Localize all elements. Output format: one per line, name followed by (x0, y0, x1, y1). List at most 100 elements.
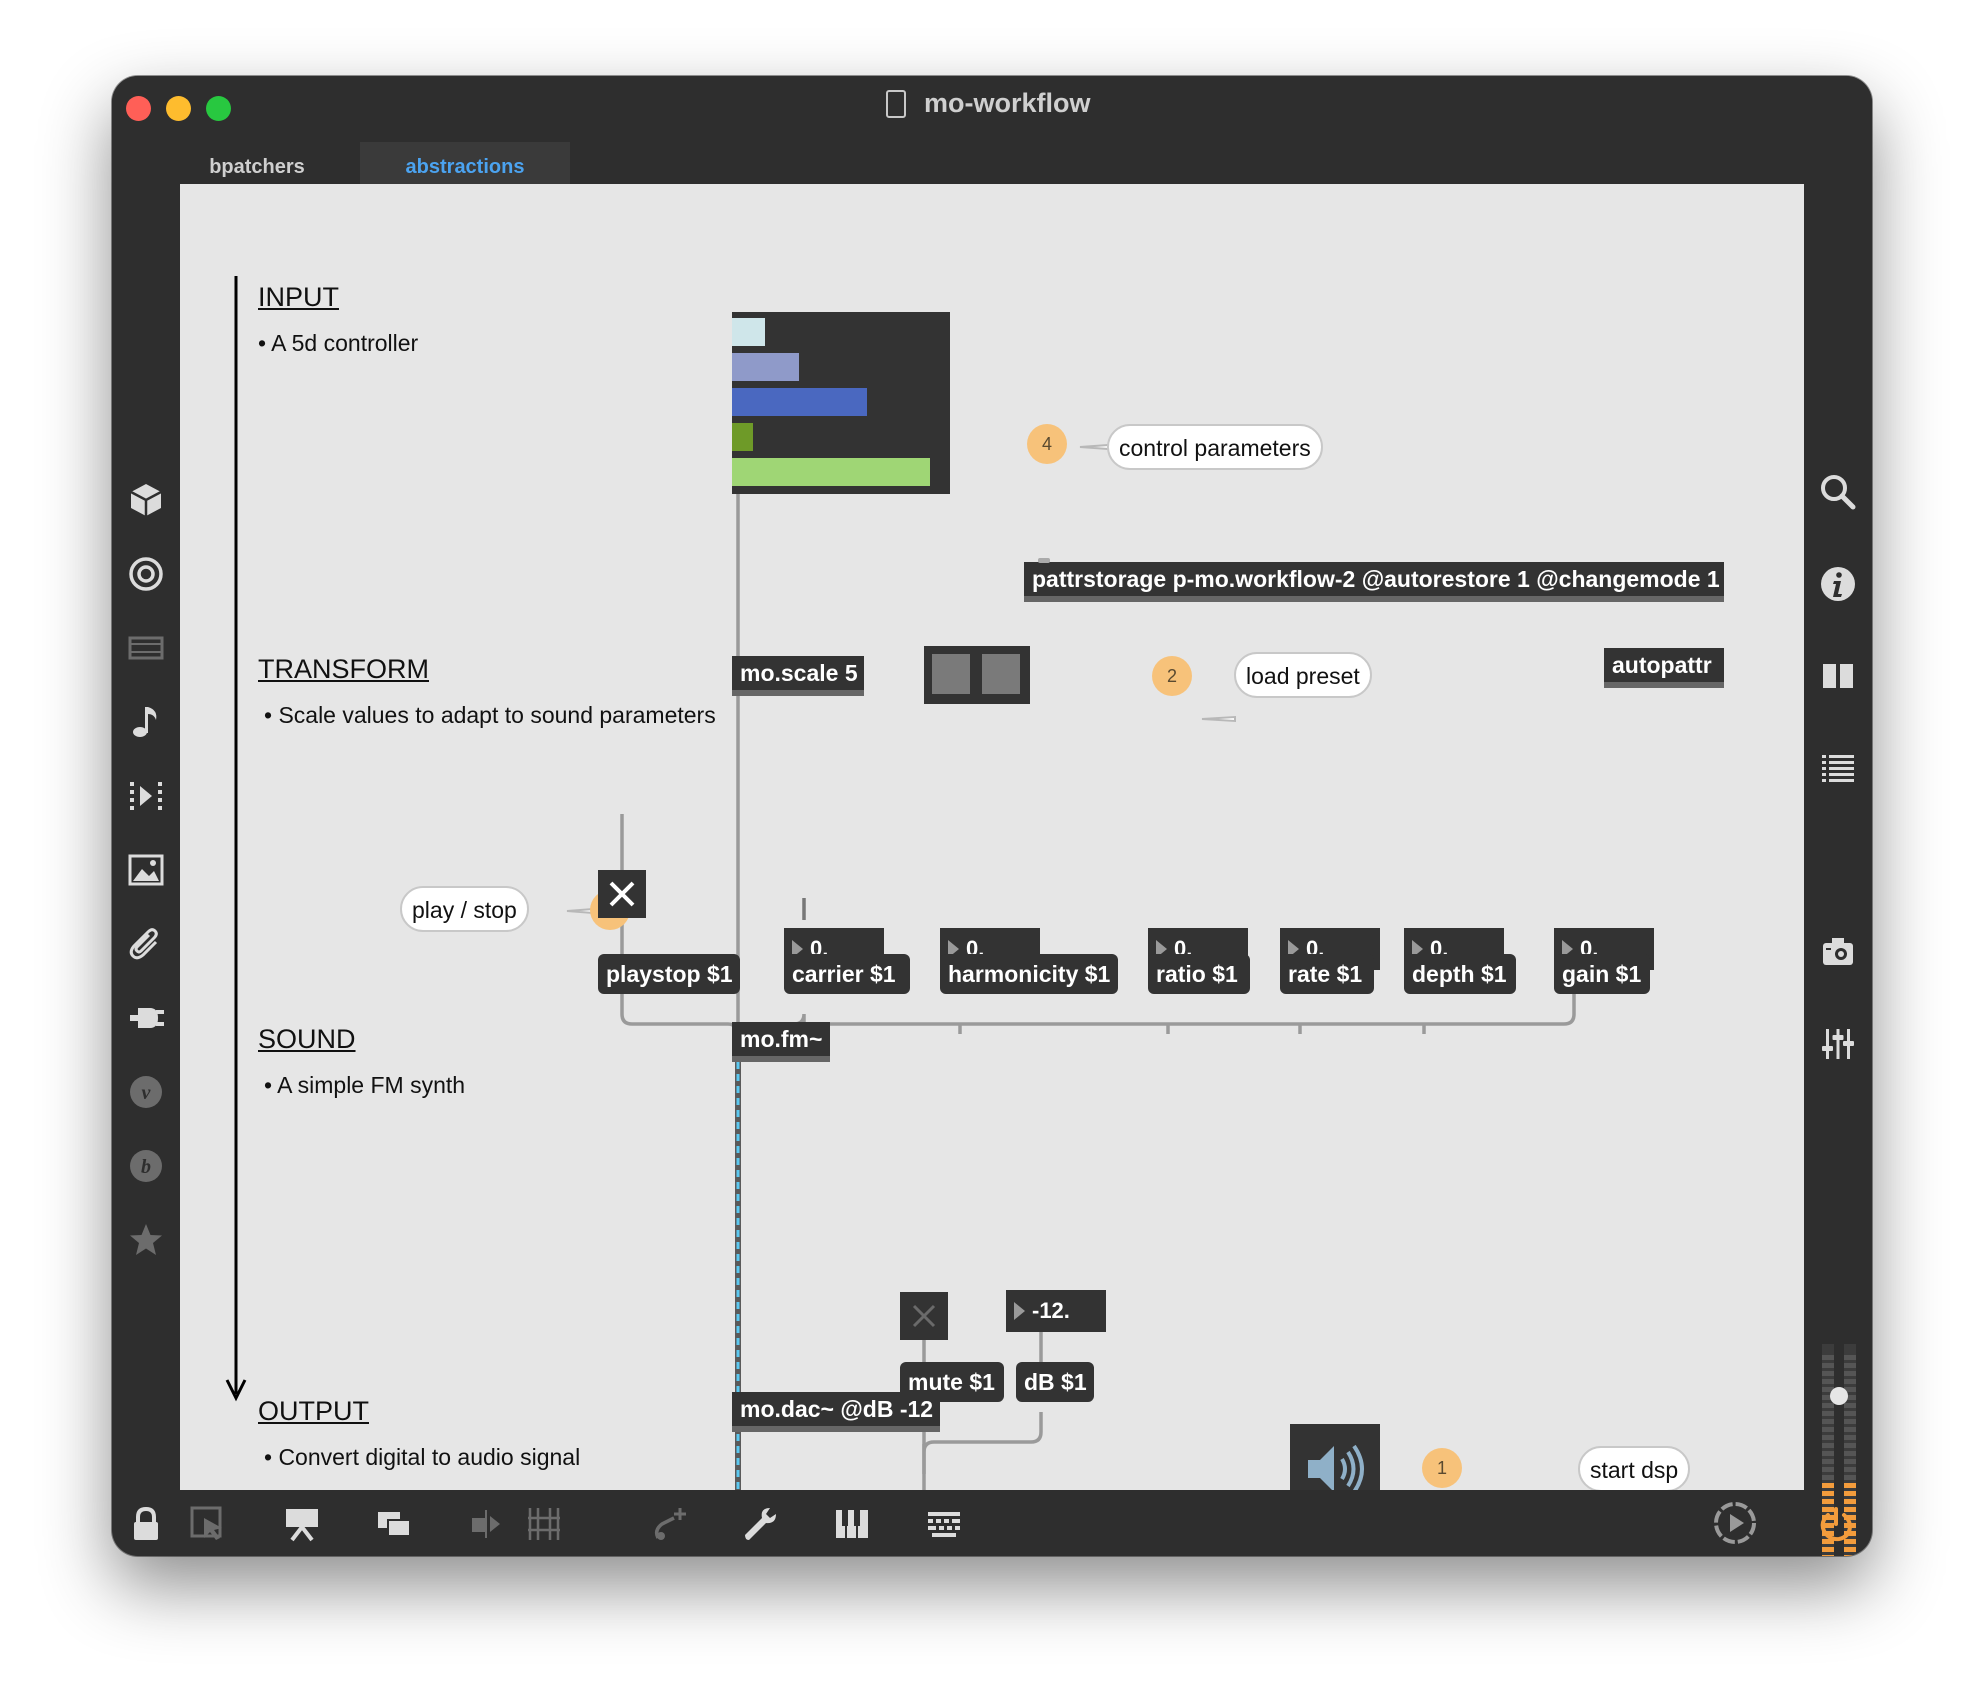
multislider-bar (732, 353, 799, 381)
meter-segment (1844, 1451, 1856, 1456)
columns-icon[interactable] (1818, 656, 1858, 696)
meter-segment (1844, 1371, 1856, 1376)
patch-cord-add-icon[interactable] (650, 1504, 690, 1544)
meter-segment (1822, 1363, 1834, 1368)
document-icon (886, 90, 906, 118)
meter-segment (1822, 1379, 1834, 1384)
dsp-power-icon[interactable] (1816, 1504, 1856, 1544)
play-stop-comment: play / stop (400, 886, 529, 932)
beap-icon[interactable]: b (126, 1146, 166, 1186)
piano-keyboard-icon[interactable] (832, 1504, 872, 1544)
harmonicity-message[interactable]: harmonicity $1 (940, 954, 1118, 994)
multislider-bar (732, 423, 753, 451)
step-forward-icon[interactable] (126, 776, 166, 816)
paperclip-icon[interactable] (126, 924, 166, 964)
wrench-icon[interactable] (740, 1504, 780, 1544)
depth-message[interactable]: depth $1 (1404, 954, 1516, 994)
mo-dac-object[interactable]: mo.dac~ @dB -12 (732, 1392, 940, 1432)
info-icon[interactable] (1818, 564, 1858, 604)
left-sidebar: v b (112, 192, 180, 1490)
meter-segment (1822, 1451, 1834, 1456)
mo-scale-object[interactable]: mo.scale 5 (732, 656, 864, 696)
meter-segment (1822, 1411, 1834, 1416)
meter-segment (1822, 1443, 1834, 1448)
sound-heading: SOUND (258, 1024, 356, 1054)
meter-segment (1822, 1371, 1834, 1376)
snap-icon[interactable] (466, 1504, 506, 1544)
patcher-window: mo-workflow bpatchers abstractions v b I… (112, 76, 1872, 1556)
meter-segment (1844, 1427, 1856, 1432)
annotation-badge-4: 4 (1027, 424, 1067, 464)
plug-icon[interactable] (126, 998, 166, 1038)
inlet[interactable] (1038, 558, 1050, 563)
meter-segment (1822, 1403, 1834, 1408)
output-description: • Convert digital to audio signal (264, 1444, 581, 1470)
grid-icon[interactable] (524, 1504, 564, 1544)
annotation-badge-2: 2 (1152, 656, 1192, 696)
preset-slot[interactable] (982, 654, 1020, 694)
rate-message[interactable]: rate $1 (1280, 954, 1374, 994)
meter-segment (1844, 1379, 1856, 1384)
db-number-box[interactable]: -12. (1006, 1290, 1106, 1332)
speaker-dsp-button[interactable] (1290, 1424, 1380, 1490)
preset-slot[interactable] (932, 654, 970, 694)
meter-segment (1844, 1475, 1856, 1480)
mute-toggle[interactable] (900, 1292, 948, 1340)
meter-segment (1822, 1475, 1834, 1480)
db-message[interactable]: dB $1 (1016, 1362, 1094, 1402)
meter-segment (1844, 1443, 1856, 1448)
star-icon[interactable] (126, 1220, 166, 1260)
snapshot-camera-icon[interactable] (1818, 932, 1858, 972)
preset-object[interactable] (924, 646, 1030, 704)
new-view-icon[interactable] (374, 1504, 414, 1544)
meter-segment (1844, 1355, 1856, 1360)
speaker-icon (1308, 1444, 1364, 1490)
meter-segment (1844, 1403, 1856, 1408)
carrier-message[interactable]: carrier $1 (784, 954, 910, 994)
multislider-bar (732, 458, 930, 486)
meter-segment (1822, 1355, 1834, 1360)
gain-message[interactable]: gain $1 (1554, 954, 1650, 994)
multislider-controller[interactable] (732, 312, 950, 494)
bottom-toolbar (112, 1490, 1872, 1556)
playstop-message[interactable]: playstop $1 (598, 954, 740, 994)
multislider-bar (732, 318, 765, 346)
minimize-button[interactable] (166, 96, 191, 121)
input-heading: INPUT (258, 282, 339, 312)
patcher-canvas[interactable]: INPUT • A 5d controller TRANSFORM • Scal… (180, 184, 1804, 1490)
control-parameters-comment: control parameters (1107, 424, 1323, 470)
ratio-message[interactable]: ratio $1 (1148, 954, 1250, 994)
presentation-select-icon[interactable] (188, 1504, 228, 1544)
svg-text:b: b (141, 1156, 151, 1178)
meter-segment (1844, 1483, 1856, 1488)
image-icon[interactable] (126, 850, 166, 890)
search-icon[interactable] (1818, 472, 1858, 512)
meter-segment (1844, 1419, 1856, 1424)
autopattr-object[interactable]: autopattr (1604, 648, 1724, 688)
media-icon[interactable] (126, 628, 166, 668)
target-icon[interactable] (126, 554, 166, 594)
pattrstorage-object[interactable]: pattrstorage p-mo.workflow-2 @autorestor… (1024, 562, 1724, 602)
meter-segment (1844, 1411, 1856, 1416)
package-icon[interactable] (126, 480, 166, 520)
title-bar: mo-workflow (112, 76, 1872, 142)
transport-play-icon[interactable] (1712, 1500, 1758, 1546)
mo-fm-object[interactable]: mo.fm~ (732, 1022, 830, 1062)
meter-segment (1822, 1427, 1834, 1432)
computer-keyboard-icon[interactable] (924, 1504, 964, 1544)
music-note-icon[interactable] (126, 702, 166, 742)
list-icon[interactable] (1818, 748, 1858, 788)
meter-segment (1844, 1459, 1856, 1464)
presentation-mode-icon[interactable] (282, 1504, 322, 1544)
zoom-button[interactable] (206, 96, 231, 121)
mixer-icon[interactable] (1818, 1024, 1858, 1064)
meter-segment (1822, 1435, 1834, 1440)
play-toggle[interactable] (598, 870, 646, 918)
vizzie-icon[interactable]: v (126, 1072, 166, 1112)
output-heading: OUTPUT (258, 1396, 369, 1426)
right-sidebar (1804, 192, 1872, 1556)
close-button[interactable] (126, 96, 151, 121)
annotation-badge-1: 1 (1422, 1448, 1462, 1488)
svg-text:v: v (142, 1082, 152, 1104)
lock-icon[interactable] (126, 1504, 166, 1544)
